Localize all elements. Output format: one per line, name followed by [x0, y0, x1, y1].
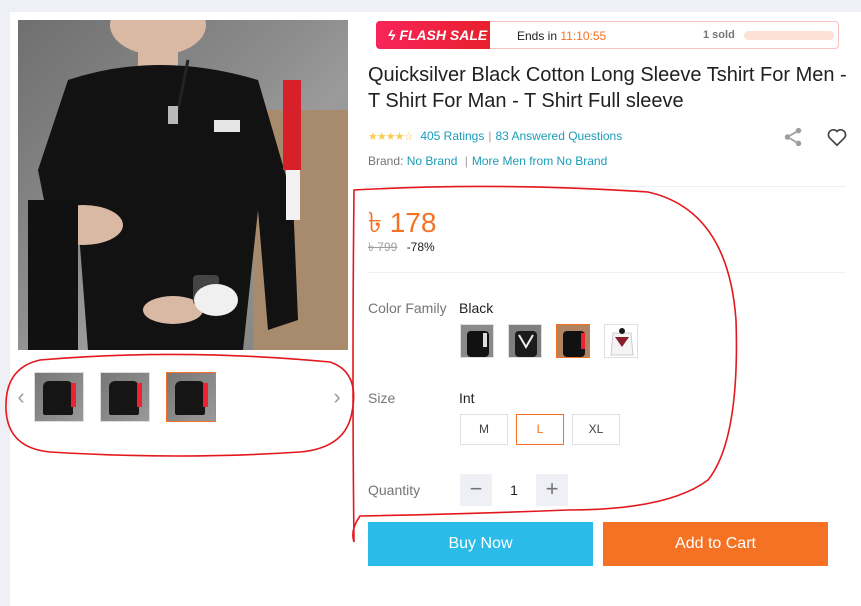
color-swatch-2[interactable] [508, 324, 542, 358]
ratings-row: ★★★★☆ 405 Ratings | 83 Answered Question… [368, 129, 623, 143]
size-option-xl[interactable]: XL [572, 414, 620, 445]
lightning-icon: ϟ [388, 27, 400, 43]
flash-sale-badge: ϟ FLASH SALE [376, 21, 490, 49]
thumbnail-3[interactable] [166, 372, 216, 422]
carousel-prev-icon[interactable]: ‹ [14, 384, 28, 410]
discount-percent: -78% [406, 240, 435, 254]
quantity-increase-button[interactable]: + [536, 474, 568, 506]
add-to-cart-button[interactable]: Add to Cart [603, 522, 828, 566]
carousel-next-icon[interactable]: › [330, 384, 344, 410]
size-option-l[interactable]: L [516, 414, 564, 445]
color-swatch-1[interactable] [460, 324, 494, 358]
model-in-tshirt-image [28, 20, 301, 350]
original-price-row: ৳ 799 -78% [368, 239, 435, 259]
color-family-label: Color Family [368, 300, 447, 316]
answered-questions-link[interactable]: 83 Answered Questions [495, 129, 622, 143]
thumbnail-1[interactable] [34, 372, 84, 422]
brand-row: Brand: No Brand | More Men from No Brand [368, 154, 608, 168]
buy-now-button[interactable]: Buy Now [368, 522, 593, 566]
size-system-value: Int [459, 390, 475, 406]
size-option-m[interactable]: M [460, 414, 508, 445]
share-icon[interactable] [782, 126, 804, 148]
more-from-brand-link[interactable]: More Men from No Brand [472, 154, 607, 168]
color-family-value: Black [459, 300, 494, 316]
quantity-input[interactable]: 1 [494, 474, 534, 506]
sold-count: 1 sold [703, 29, 735, 41]
color-swatch-4[interactable] [604, 324, 638, 358]
star-rating-icon[interactable]: ★★★★☆ [368, 130, 413, 143]
wishlist-heart-icon[interactable] [826, 126, 848, 148]
quantity-label: Quantity [368, 482, 421, 498]
color-swatch-3[interactable] [556, 324, 590, 358]
flash-sale-bar: ϟ FLASH SALE Ends in 11:10:55 1 sold [376, 21, 839, 49]
flash-sale-countdown: Ends in 11:10:55 [517, 29, 607, 43]
main-product-image[interactable] [18, 20, 348, 350]
divider [368, 186, 846, 187]
product-title: Quicksilver Black Cotton Long Sleeve Tsh… [368, 64, 847, 112]
ratings-link[interactable]: 405 Ratings [420, 129, 484, 143]
size-label: Size [368, 390, 396, 406]
divider [368, 272, 846, 273]
quantity-decrease-button[interactable]: − [460, 474, 492, 506]
thumbnail-carousel: ‹ › [10, 368, 350, 428]
thumbnail-2[interactable] [100, 372, 150, 422]
brand-link[interactable]: No Brand [407, 154, 458, 168]
original-price: ৳ 799 [368, 240, 398, 254]
sold-progress-bar [744, 31, 834, 40]
